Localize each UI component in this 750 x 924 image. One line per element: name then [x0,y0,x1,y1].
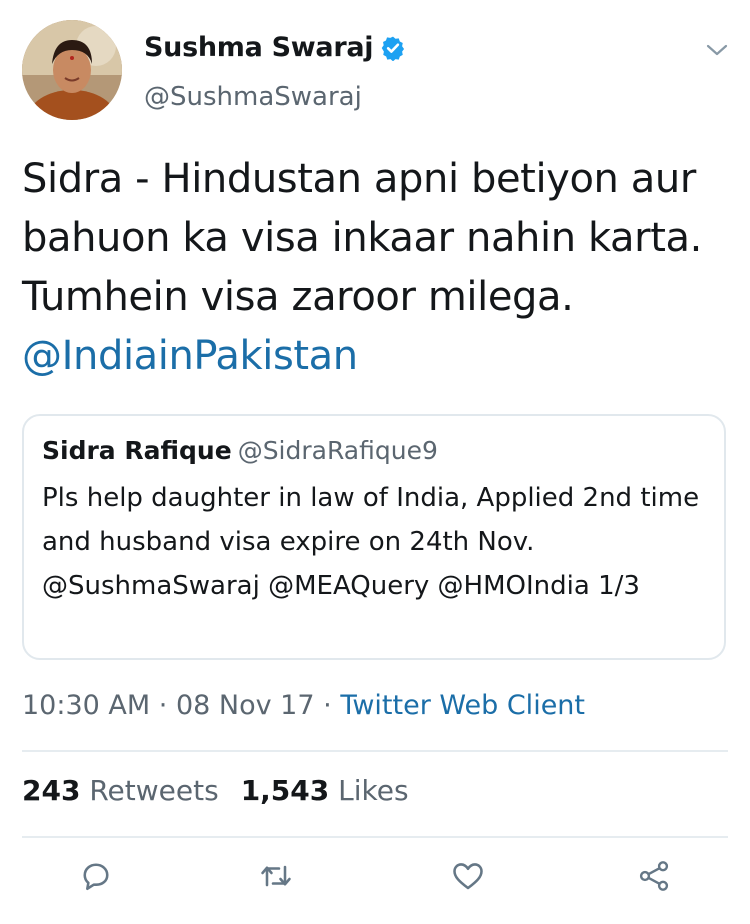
retweets-label: Retweets [89,774,219,807]
like-icon[interactable] [450,858,486,894]
quoted-tweet-text: Pls help daughter in law of India, Appli… [42,483,700,601]
chevron-down-icon[interactable] [704,40,730,60]
tweet-date[interactable]: 08 Nov 17 [176,690,315,721]
author-name-row: Sushma Swaraj [144,32,406,63]
likes-stat[interactable]: 1,543 Likes [241,774,409,807]
retweets-stat[interactable]: 243 Retweets [22,774,219,807]
divider [22,836,728,838]
share-icon[interactable] [636,858,672,894]
reply-icon[interactable] [78,858,114,894]
tweet-stats: 243 Retweets 1,543 Likes [22,774,409,807]
quoted-tweet-header: Sidra Rafique @SidraRafique9 [42,436,438,465]
quoted-author-handle: @SidraRafique9 [237,436,438,465]
tweet-time[interactable]: 10:30 AM [22,690,150,721]
likes-count: 1,543 [240,774,330,807]
meta-separator: · [323,690,332,721]
quoted-author-name: Sidra Rafique [42,436,232,465]
divider [22,750,728,752]
tweet-client-link[interactable]: Twitter Web Client [340,690,585,721]
avatar[interactable] [22,20,122,120]
tweet-meta: 10:30 AM · 08 Nov 17 · Twitter Web Clien… [22,690,585,721]
retweets-count: 243 [22,774,81,807]
verified-badge-icon [381,36,405,61]
author-name[interactable]: Sushma Swaraj [144,32,374,63]
tweet-text: Sidra - Hindustan apni betiyon aur bahuo… [22,150,732,386]
author-handle[interactable]: @SushmaSwaraj [144,82,362,112]
tweet-body: Sidra - Hindustan apni betiyon aur bahuo… [22,156,702,320]
quoted-tweet-card[interactable]: Sidra Rafique @SidraRafique9 Pls help dau… [22,414,726,660]
retweet-icon[interactable] [258,858,294,894]
mention-link[interactable]: @IndiainPakistan [22,333,358,379]
meta-separator: · [158,690,168,721]
likes-label: Likes [338,774,409,807]
profile-photo [22,20,122,120]
